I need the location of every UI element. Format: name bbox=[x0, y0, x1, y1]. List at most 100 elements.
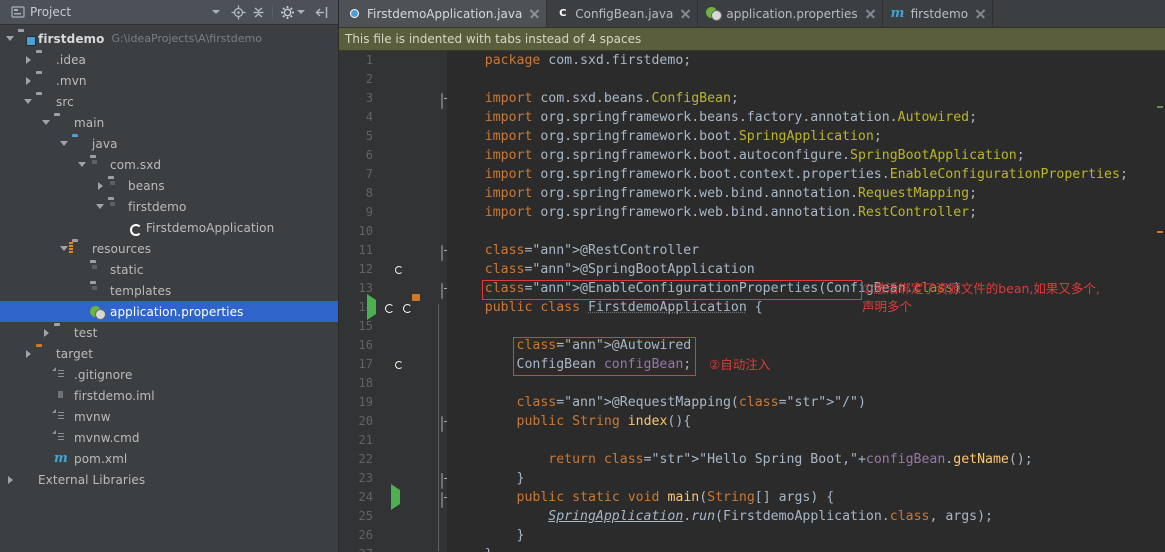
editor-gutter[interactable]: 1 2 3 4 5 6 7 8 9 10 11 12 13 14 15 16 17 18 19 20 21 22 23 24 2… bbox=[339, 51, 447, 552]
close-icon[interactable] bbox=[975, 8, 986, 19]
editor-tab-configbean-java[interactable]: ConfigBean.java bbox=[547, 0, 699, 27]
editor-tab-application-properties[interactable]: application.properties bbox=[698, 0, 883, 27]
code-line-8: import org.springframework.web.bind.anno… bbox=[484, 186, 978, 201]
collapse-all-icon[interactable] bbox=[249, 3, 267, 21]
gutter-line-13[interactable]: 13 bbox=[339, 279, 447, 298]
gutter-line-4[interactable]: 4 bbox=[339, 108, 447, 127]
tree-expand-down-icon[interactable] bbox=[42, 118, 51, 127]
tree-expand-down-icon[interactable] bbox=[24, 97, 33, 106]
project-panel-title: Project bbox=[30, 5, 72, 19]
editor-tab-bar[interactable]: FirstdemoApplication.java ConfigBean.java… bbox=[339, 0, 1165, 28]
tree-item-test[interactable]: test bbox=[0, 322, 338, 343]
fold-marker-collapse[interactable] bbox=[441, 93, 443, 109]
gutter-line-7[interactable]: 7 bbox=[339, 165, 447, 184]
gutter-line-10[interactable]: 10 bbox=[339, 222, 447, 241]
tree-expand-right-icon[interactable] bbox=[24, 349, 33, 358]
gutter-line-16[interactable]: 16 bbox=[339, 336, 447, 355]
code-editor[interactable]: 1 2 3 4 5 6 7 8 9 10 11 12 13 14 15 16 17 18 19 20 21 22 23 24 2… bbox=[339, 51, 1165, 552]
stripe-marker-1[interactable] bbox=[1157, 231, 1163, 233]
tree-item-label: pom.xml bbox=[74, 451, 128, 466]
fold-marker-collapse[interactable] bbox=[441, 245, 443, 261]
tree-expand-down-icon[interactable] bbox=[60, 139, 69, 148]
code-text-area[interactable]: package com.sxd.firstdemo; import com.sx… bbox=[447, 51, 1165, 552]
settings-gear-icon[interactable] bbox=[278, 3, 296, 21]
gutter-line-11[interactable]: 11 bbox=[339, 241, 447, 260]
locate-icon[interactable] bbox=[229, 3, 247, 21]
tree-item-main[interactable]: main bbox=[0, 112, 338, 133]
tree-item-mvnw-cmd[interactable]: mvnw.cmd bbox=[0, 427, 338, 448]
gutter-line-20[interactable]: 20 bbox=[339, 412, 447, 431]
tree-item-firstdemo[interactable]: firstdemo bbox=[0, 196, 338, 217]
gear-chevron-down-icon[interactable] bbox=[297, 10, 305, 14]
tree-expand-down-icon[interactable] bbox=[96, 202, 105, 211]
tree-expand-right-icon[interactable] bbox=[24, 76, 33, 85]
tree-item-beans[interactable]: beans bbox=[0, 175, 338, 196]
gutter-line-8[interactable]: 8 bbox=[339, 184, 447, 203]
line-number: 10 bbox=[358, 224, 373, 238]
tree-item-target[interactable]: target bbox=[0, 343, 338, 364]
tree-expand-down-icon[interactable] bbox=[60, 244, 69, 253]
gutter-line-19[interactable]: 19 bbox=[339, 393, 447, 412]
tree-item-com-sxd[interactable]: com.sxd bbox=[0, 154, 338, 175]
project-view-icon bbox=[10, 4, 26, 20]
project-tree[interactable]: firstdemo G:\ideaProjects\A\firstdemo .ide… bbox=[0, 25, 338, 552]
close-icon[interactable] bbox=[529, 8, 540, 19]
run-method-icon[interactable] bbox=[391, 484, 400, 510]
tree-expand-right-icon[interactable] bbox=[96, 181, 105, 190]
run-application-icon[interactable] bbox=[367, 294, 376, 320]
chevron-down-icon[interactable] bbox=[212, 10, 220, 14]
file-icon bbox=[54, 367, 70, 383]
gutter-line-26[interactable]: 26 bbox=[339, 526, 447, 545]
tree-item-static[interactable]: static bbox=[0, 259, 338, 280]
tree-item-external-libraries[interactable]: External Libraries bbox=[0, 469, 338, 490]
gutter-line-12[interactable]: 12 bbox=[339, 260, 447, 279]
gutter-line-6[interactable]: 6 bbox=[339, 146, 447, 165]
tree-item-label: target bbox=[56, 346, 94, 361]
tree-item-firstdemo[interactable]: firstdemo G:\ideaProjects\A\firstdemo bbox=[0, 28, 338, 49]
gutter-line-15[interactable]: 15 bbox=[339, 317, 447, 336]
tree-item-src[interactable]: src bbox=[0, 91, 338, 112]
editor-tab-firstdemoapplication-java[interactable]: FirstdemoApplication.java bbox=[339, 0, 548, 27]
tree-expand-right-icon[interactable] bbox=[6, 475, 15, 484]
fold-marker-collapse[interactable] bbox=[441, 283, 443, 299]
line-number: 26 bbox=[358, 528, 373, 542]
tree-expand-right-icon[interactable] bbox=[24, 55, 33, 64]
gutter-line-21[interactable]: 21 bbox=[339, 431, 447, 450]
gutter-line-1[interactable]: 1 bbox=[339, 51, 447, 70]
gutter-line-9[interactable]: 9 bbox=[339, 203, 447, 222]
tree-item-firstdemoapplication[interactable]: FirstdemoApplication bbox=[0, 217, 338, 238]
tree-item--idea[interactable]: .idea bbox=[0, 49, 338, 70]
stripe-marker-0[interactable] bbox=[1157, 106, 1163, 108]
gutter-line-2[interactable]: 2 bbox=[339, 70, 447, 89]
gutter-line-5[interactable]: 5 bbox=[339, 127, 447, 146]
tree-expand-down-icon[interactable] bbox=[78, 160, 87, 169]
tree-item--gitignore[interactable]: .gitignore bbox=[0, 364, 338, 385]
gutter-line-27[interactable]: 27 bbox=[339, 545, 447, 552]
gutter-line-22[interactable]: 22 bbox=[339, 450, 447, 469]
gutter-line-17[interactable]: 17 bbox=[339, 355, 447, 374]
tree-item-templates[interactable]: templates bbox=[0, 280, 338, 301]
tree-item-mvnw[interactable]: mvnw bbox=[0, 406, 338, 427]
fold-marker-collapse[interactable] bbox=[441, 473, 443, 489]
hide-panel-icon[interactable] bbox=[312, 3, 330, 21]
close-icon[interactable] bbox=[865, 8, 876, 19]
code-line-16: class="ann">@Autowired bbox=[516, 338, 692, 353]
tree-item-java[interactable]: java bbox=[0, 133, 338, 154]
tree-expand-down-icon[interactable] bbox=[6, 34, 15, 43]
gutter-line-18[interactable]: 18 bbox=[339, 374, 447, 393]
tree-item-firstdemo-iml[interactable]: firstdemo.iml bbox=[0, 385, 338, 406]
gutter-line-3[interactable]: 3 bbox=[339, 89, 447, 108]
tree-item--mvn[interactable]: .mvn bbox=[0, 70, 338, 91]
close-icon[interactable] bbox=[680, 8, 691, 19]
editor-tab-firstdemo[interactable]: m firstdemo bbox=[883, 0, 994, 27]
fold-marker-collapse[interactable] bbox=[441, 416, 443, 432]
line-number: 7 bbox=[365, 167, 373, 181]
tree-expand-right-icon[interactable] bbox=[42, 328, 51, 337]
tree-item-application-properties[interactable]: application.properties bbox=[0, 301, 338, 322]
tree-item-pom-xml[interactable]: m pom.xml bbox=[0, 448, 338, 469]
error-stripe-markers[interactable] bbox=[1153, 51, 1165, 552]
tree-item-resources[interactable]: resources bbox=[0, 238, 338, 259]
fold-marker-collapse[interactable] bbox=[441, 492, 443, 508]
